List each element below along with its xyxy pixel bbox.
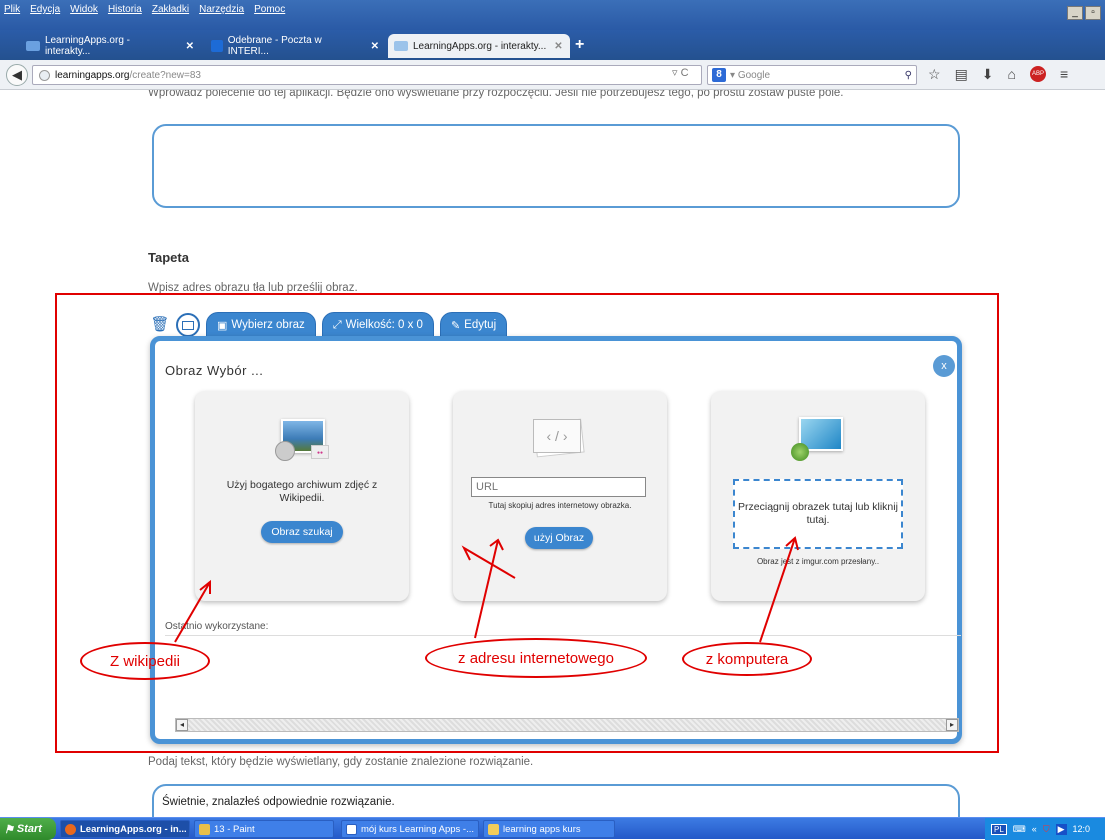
navigation-bar: ◀ learningapps.org/create?new=83 ▿ C 8 ▾… xyxy=(0,60,1105,90)
success-instruction: Podaj tekst, który będzie wyświetlany, g… xyxy=(148,756,534,768)
window-controls: _ ▫ xyxy=(1067,6,1101,20)
annotation-computer-label: z komputera xyxy=(705,650,789,668)
menu-tools[interactable]: Narzędzia xyxy=(199,4,244,15)
tab-learningapps-1[interactable]: LearningApps.org - interakty... ✕ xyxy=(20,34,200,58)
firefox-icon xyxy=(65,823,76,835)
url-path: /create?new=83 xyxy=(129,69,201,81)
tab-strip: LearningApps.org - interakty... ✕ Odebra… xyxy=(0,30,1105,60)
reload-icon[interactable]: ▿ C xyxy=(672,66,689,79)
menu-bar: Plik Edycja Widok Historia Zakładki Narz… xyxy=(4,4,285,15)
taskbar-label: learning apps kurs xyxy=(503,823,581,835)
hamburger-menu-icon[interactable]: ≡ xyxy=(1060,66,1068,83)
download-arrow-icon[interactable]: ⬇ xyxy=(982,66,994,83)
tab-label: LearningApps.org - interakty... xyxy=(413,40,547,52)
home-icon[interactable]: ⌂ xyxy=(1008,66,1016,83)
tray-expand-icon[interactable]: « xyxy=(1032,824,1037,834)
tab-label: Odebrane - Poczta w INTERI... xyxy=(227,35,322,57)
taskbar-folder[interactable]: learning apps kurs xyxy=(483,820,615,838)
new-tab-button[interactable]: + xyxy=(575,36,584,54)
start-label: Start xyxy=(16,823,42,835)
antivirus-shield-icon[interactable]: ⛉ xyxy=(1043,824,1050,835)
menu-view[interactable]: Widok xyxy=(70,4,98,15)
media-play-icon[interactable]: ▶ xyxy=(1055,823,1067,835)
menu-help[interactable]: Pomoc xyxy=(254,4,285,15)
minimize-button[interactable]: _ xyxy=(1067,6,1083,20)
taskbar-firefox[interactable]: LearningApps.org - in... xyxy=(60,820,190,838)
taskbar-label: LearningApps.org - in... xyxy=(80,823,187,835)
interia-favicon-icon xyxy=(211,40,223,52)
toolbar-icons: ☆ ▤ ⬇ ⌂ ABP ≡ xyxy=(928,66,1068,83)
search-magnifier-icon[interactable]: ⚲ xyxy=(905,70,912,81)
restore-button[interactable]: ▫ xyxy=(1085,6,1101,20)
clock: 12:0 xyxy=(1072,824,1091,834)
window-titlebar: Plik Edycja Widok Historia Zakładki Narz… xyxy=(0,0,1105,30)
annotation-frame xyxy=(55,293,999,753)
adblock-icon[interactable]: ABP xyxy=(1030,66,1046,82)
annotation-wikipedia: Z wikipedii xyxy=(80,642,210,680)
paint-icon xyxy=(199,823,210,835)
success-text: Świetnie, znalazłeś odpowiednie rozwiąza… xyxy=(162,796,395,808)
system-tray: PL ⌨ « ⛉ ▶ 12:0 xyxy=(985,818,1105,840)
bookmark-star-icon[interactable]: ☆ xyxy=(928,66,941,83)
tab-poczta-interia[interactable]: Odebrane - Poczta w INTERI... ✕ xyxy=(205,34,385,58)
windows-flag-icon: ⚑ xyxy=(4,823,14,836)
google-icon: 8 xyxy=(712,68,726,82)
top-instruction: Wprowadź polecenie do tej aplikacji. Będ… xyxy=(148,90,844,99)
close-tab-icon[interactable]: ✕ xyxy=(554,41,562,52)
annotation-wikipedia-label: Z wikipedii xyxy=(109,652,181,670)
keyboard-icon[interactable]: ⌨ xyxy=(1013,824,1026,835)
annotation-url-label: z adresu internetowego xyxy=(458,649,614,667)
section-title-tapeta: Tapeta xyxy=(148,250,189,265)
windows-taskbar: ⚑ Start LearningApps.org - in... 13 - Pa… xyxy=(0,817,1105,840)
url-domain: learningapps.org xyxy=(55,69,130,81)
taskbar-label: mój kurs Learning Apps -... xyxy=(361,823,474,835)
taskbar-label: 13 - Paint xyxy=(214,823,255,835)
page-content: Wprowadź polecenie do tej aplikacji. Będ… xyxy=(0,90,1105,817)
word-doc-icon xyxy=(346,823,357,835)
learningapps-favicon-icon xyxy=(394,41,408,51)
globe-icon xyxy=(39,69,50,81)
menu-bookmarks[interactable]: Zakładki xyxy=(152,4,189,15)
learningapps-favicon-icon xyxy=(26,41,40,51)
success-textarea[interactable]: Świetnie, znalazłeś odpowiednie rozwiąza… xyxy=(152,784,960,817)
annotation-url: z adresu internetowego xyxy=(425,638,647,678)
folder-icon xyxy=(488,823,499,835)
back-arrow-icon[interactable]: ◀ xyxy=(6,64,28,86)
tab-label: LearningApps.org - interakty... xyxy=(44,35,130,57)
intro-textarea[interactable] xyxy=(152,124,960,208)
tab-learningapps-active[interactable]: LearningApps.org - interakty... ✕ xyxy=(388,34,570,58)
menu-history[interactable]: Historia xyxy=(108,4,142,15)
annotation-computer: z komputera xyxy=(682,642,812,676)
taskbar-paint[interactable]: 13 - Paint xyxy=(194,820,334,838)
close-tab-icon[interactable]: ✕ xyxy=(371,41,379,52)
menu-edit[interactable]: Edycja xyxy=(30,4,60,15)
search-placeholder: ▾ Google xyxy=(730,69,771,81)
search-box[interactable]: 8 ▾ Google ⚲ xyxy=(707,65,917,85)
menu-file[interactable]: Plik xyxy=(4,4,20,15)
start-button[interactable]: ⚑ Start xyxy=(0,818,56,840)
bookmarks-list-icon[interactable]: ▤ xyxy=(955,66,968,83)
language-indicator[interactable]: PL xyxy=(991,823,1007,835)
close-tab-icon[interactable]: ✕ xyxy=(186,41,194,52)
taskbar-word[interactable]: mój kurs Learning Apps -... xyxy=(341,820,479,838)
address-bar[interactable]: learningapps.org/create?new=83 xyxy=(32,65,702,85)
